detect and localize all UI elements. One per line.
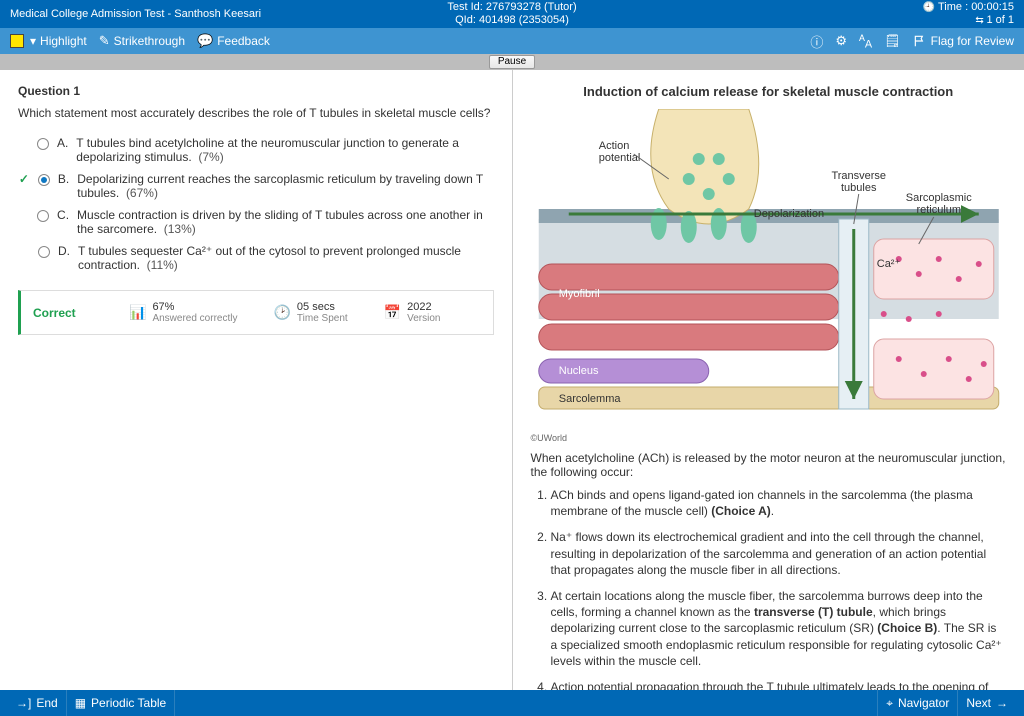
explanation-figure: Actionpotential Depolarization Transvers… — [531, 109, 1007, 429]
question-id: QId: 401498 (2353054) — [345, 14, 680, 27]
choice-letter: B. — [58, 172, 69, 186]
metric-version: 📅 2022 Version — [384, 301, 441, 324]
choice-radio[interactable] — [37, 138, 49, 150]
help-icon[interactable]: ⓘ — [810, 32, 823, 51]
choice-text: T tubules sequester Ca²⁺ out of the cyto… — [78, 244, 494, 272]
explanation-item: ACh binds and opens ligand-gated ion cha… — [551, 487, 1007, 519]
header-center: Test Id: 276793278 (Tutor) QId: 401498 (… — [345, 1, 680, 27]
choice-text: Depolarizing current reaches the sarcopl… — [77, 172, 493, 200]
choice-radio[interactable] — [37, 210, 49, 222]
periodic-table-button[interactable]: ▦ Periodic Table — [67, 690, 176, 716]
choice-radio[interactable] — [38, 174, 50, 186]
bar-chart-icon: 📊 — [129, 304, 146, 321]
label-transverse-tubules: Transversetubules — [831, 170, 886, 194]
textsize-icon[interactable]: ᴬA — [859, 32, 872, 51]
explanation-title: Induction of calcium release for skeleta… — [531, 84, 1007, 99]
main-content: Question 1 Which statement most accurate… — [0, 70, 1024, 690]
test-id: Test Id: 276793278 (Tutor) — [345, 1, 680, 14]
chevron-down-icon: ▾ — [30, 34, 36, 48]
toolbar: ▾ Highlight ✎ Strikethrough 💬 Feedback ⓘ… — [0, 28, 1024, 54]
explanation-item: Na⁺ flows down its electrochemical gradi… — [551, 529, 1007, 578]
calendar-icon: 📅 — [384, 304, 401, 321]
choice-row[interactable]: D. T tubules sequester Ca²⁺ out of the cy… — [18, 240, 494, 276]
app-header: Medical College Admission Test - Santhos… — [0, 0, 1024, 28]
choice-row[interactable]: A. T tubules bind acetylcholine at the ne… — [18, 132, 494, 168]
pause-bar: Pause — [0, 54, 1024, 70]
notes-icon[interactable]: 🗒 — [884, 33, 901, 49]
arrow-right-icon: → — [996, 696, 1008, 710]
end-button[interactable]: →] End — [8, 690, 67, 716]
question-stem: Which statement most accurately describe… — [18, 106, 494, 120]
explanation-item: Action potential propagation through the… — [551, 679, 1007, 690]
question-count: 1 of 1 — [679, 14, 1014, 27]
pencil-icon: ✎ — [99, 33, 110, 49]
footer: →] End ▦ Periodic Table ⌖ Navigator Next… — [0, 690, 1024, 716]
explanation-list: ACh binds and opens ligand-gated ion cha… — [531, 487, 1007, 690]
speech-icon: 💬 — [197, 33, 213, 49]
label-myofibril: Myofibril — [558, 288, 599, 300]
choice-row[interactable]: C. Muscle contraction is driven by the sl… — [18, 204, 494, 240]
label-action-potential: Actionpotential — [598, 140, 640, 164]
metrics-bar: Correct 📊 67% Answered correctly 🕑 05 se… — [18, 290, 494, 335]
explanation-pane: Induction of calcium release for skeleta… — [513, 70, 1024, 690]
question-number: Question 1 — [18, 84, 494, 98]
correct-check-icon: ✓ — [18, 172, 30, 186]
feedback-tool[interactable]: 💬 Feedback — [197, 33, 270, 49]
metric-time: 🕑 05 secs Time Spent — [273, 301, 347, 324]
flag-for-review[interactable]: Flag for Review — [913, 34, 1014, 48]
choice-text: T tubules bind acetylcholine at the neur… — [76, 136, 493, 164]
header-title: Medical College Admission Test - Santhos… — [10, 8, 345, 20]
explanation-item: At certain locations along the muscle fi… — [551, 588, 1007, 669]
choice-letter: D. — [58, 244, 70, 258]
question-pane: Question 1 Which statement most accurate… — [0, 70, 512, 690]
choice-radio[interactable] — [38, 246, 50, 258]
label-sarcolemma: Sarcolemma — [558, 393, 621, 405]
navigator-button[interactable]: ⌖ Navigator — [877, 690, 957, 716]
metric-answered: 📊 67% Answered correctly — [129, 301, 237, 324]
answer-status: Correct — [33, 306, 93, 320]
time-label: Time : 00:00:15 — [679, 1, 1014, 14]
arrow-right-bracket-icon: →] — [16, 696, 31, 710]
compass-icon: ⌖ — [886, 696, 893, 711]
clock-icon: 🕑 — [273, 304, 290, 321]
grid-icon: ▦ — [75, 696, 86, 710]
header-right: Time : 00:00:15 1 of 1 — [679, 1, 1014, 27]
choice-list: A. T tubules bind acetylcholine at the ne… — [18, 132, 494, 276]
highlight-swatch — [10, 34, 24, 48]
strikethrough-tool[interactable]: ✎ Strikethrough — [99, 33, 185, 49]
choice-row[interactable]: ✓ B. Depolarizing current reaches the sarc… — [18, 168, 494, 204]
figure-copyright: ©UWorld — [531, 433, 1007, 443]
highlight-tool[interactable]: ▾ Highlight — [10, 34, 87, 48]
choice-letter: C. — [57, 208, 69, 222]
next-button[interactable]: Next → — [957, 690, 1016, 716]
choice-letter: A. — [57, 136, 68, 150]
choice-text: Muscle contraction is driven by the slid… — [77, 208, 493, 236]
label-ca: Ca²⁺ — [876, 258, 900, 270]
label-nucleus: Nucleus — [558, 365, 598, 377]
settings-icon[interactable]: ⚙ — [835, 33, 847, 49]
explanation-intro: When acetylcholine (ACh) is released by … — [531, 451, 1007, 479]
pause-button[interactable]: Pause — [489, 55, 535, 69]
label-depolarization: Depolarization — [753, 208, 823, 220]
flag-icon — [913, 34, 927, 48]
